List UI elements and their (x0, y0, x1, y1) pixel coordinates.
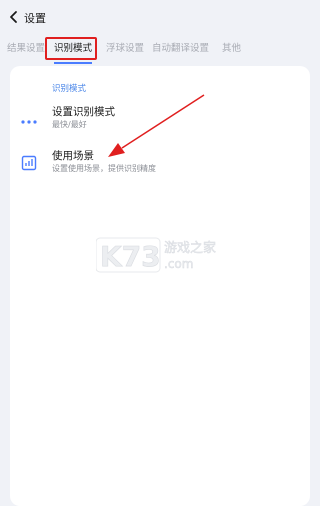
setting-title: 使用场景 (52, 150, 94, 162)
setting-subtitle: 设置使用场景，提供识别精度 (52, 164, 156, 173)
more-dots-icon (20, 110, 38, 128)
annotation-highlight-box (45, 37, 97, 60)
active-tab-indicator (54, 62, 92, 64)
section-header: 识别模式 (52, 84, 87, 94)
setting-title: 设置识别模式 (52, 106, 115, 118)
tab-auto-translate-settings[interactable]: 自动翻译设置 (152, 40, 209, 54)
page-title: 设置 (24, 12, 46, 25)
setting-subtitle: 最快/最好 (52, 120, 87, 129)
setting-row-recognition-mode[interactable]: 设置识别模式 最快/最好 (10, 104, 310, 138)
back-button[interactable] (6, 8, 22, 26)
chevron-left-icon (10, 11, 17, 23)
tab-floating-ball-settings[interactable]: 浮球设置 (106, 40, 144, 54)
bar-chart-icon (20, 154, 38, 172)
svg-text:K73: K73 (100, 240, 161, 273)
svg-text:游戏之家: 游戏之家 (164, 240, 216, 256)
header-bar: 设置 (0, 0, 320, 34)
tab-result-settings[interactable]: 结果设置 (7, 40, 45, 54)
watermark-logo: K73 游戏之家 .com (95, 232, 228, 276)
svg-text:.com: .com (164, 257, 193, 271)
setting-row-usage-scenario[interactable]: 使用场景 设置使用场景，提供识别精度 (10, 148, 310, 182)
tab-other[interactable]: 其他 (222, 40, 241, 54)
